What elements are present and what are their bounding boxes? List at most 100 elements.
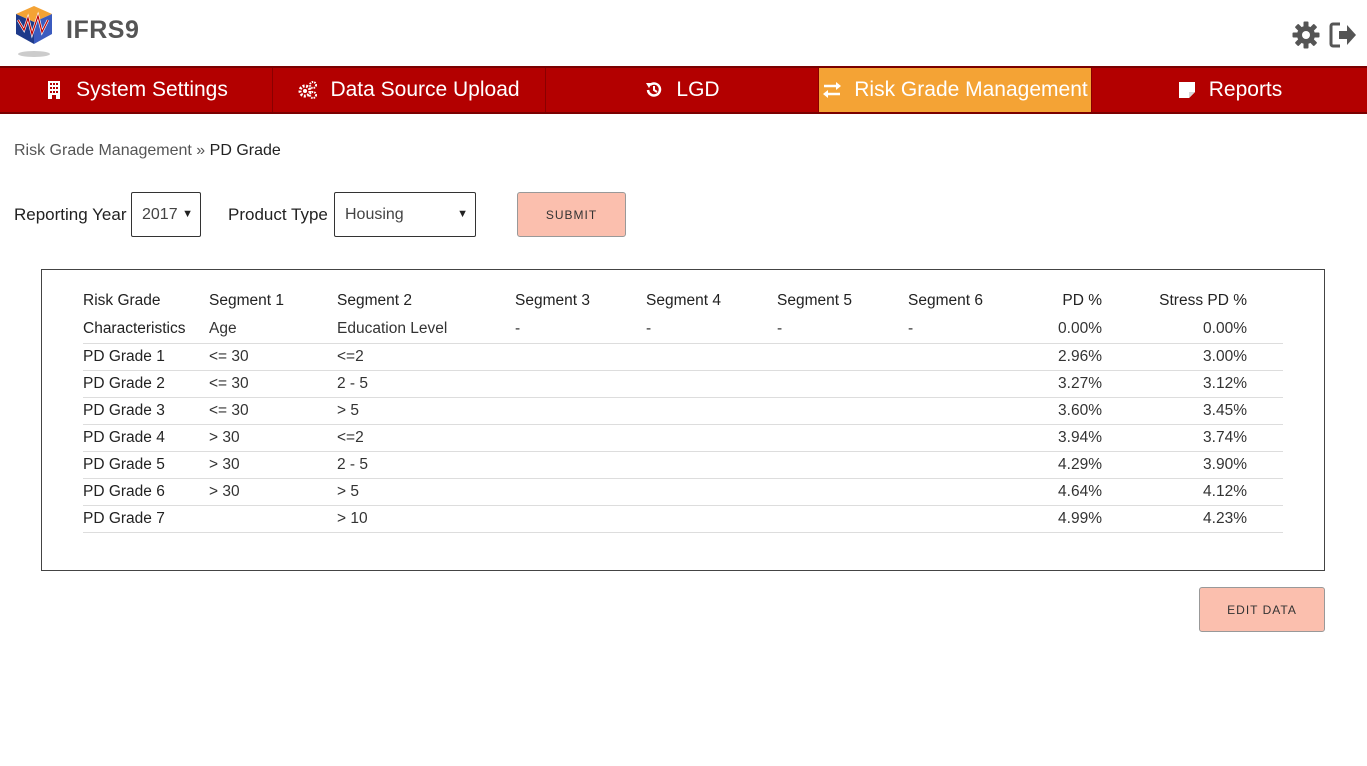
table-cell: 0.00% bbox=[1102, 316, 1247, 344]
app-title: IFRS9 bbox=[66, 16, 140, 44]
table-cell bbox=[908, 397, 1039, 425]
risk-grade-cell: PD Grade 1 bbox=[83, 343, 209, 371]
product-type-value: Housing bbox=[345, 205, 404, 223]
reporting-year-value: 2017 bbox=[142, 205, 178, 223]
table-cell bbox=[646, 370, 777, 398]
breadcrumb: Risk Grade Management » PD Grade bbox=[14, 142, 281, 160]
table-row: PD Grade 7 > 10 4.99% 4.23% bbox=[83, 505, 1283, 533]
nav-label: Risk Grade Management bbox=[854, 78, 1088, 101]
table-cell bbox=[646, 424, 777, 452]
table-cell bbox=[515, 397, 646, 425]
exchange-icon bbox=[823, 82, 842, 98]
sign-out-icon[interactable] bbox=[1328, 20, 1358, 50]
table-cell: <= 30 bbox=[209, 343, 337, 371]
table-cell bbox=[515, 370, 646, 398]
reporting-year-label: Reporting Year bbox=[14, 205, 127, 224]
table-cell: 3.00% bbox=[1102, 343, 1247, 371]
table-cell bbox=[646, 451, 777, 479]
table-cell: 0.00% bbox=[1039, 316, 1102, 344]
submit-button[interactable]: SUBMIT bbox=[517, 192, 626, 237]
table-cell: 4.29% bbox=[1039, 451, 1102, 479]
nav-item-lgd[interactable]: LGD bbox=[546, 68, 819, 112]
column-header: Segment 3 bbox=[515, 292, 590, 309]
table-cell bbox=[209, 505, 337, 533]
column-header: Risk Grade bbox=[83, 292, 161, 309]
table-cell: 3.94% bbox=[1039, 424, 1102, 452]
column-header: Segment 2 bbox=[337, 292, 412, 309]
reporting-year-select[interactable]: 2017 ▼ bbox=[131, 192, 201, 237]
breadcrumb-parent[interactable]: Risk Grade Management bbox=[14, 142, 192, 159]
table-cell: > 30 bbox=[209, 451, 337, 479]
edit-data-button[interactable]: EDIT DATA bbox=[1199, 587, 1325, 632]
column-spacer bbox=[1247, 286, 1283, 316]
table-cell bbox=[646, 478, 777, 506]
table-row: PD Grade 4 > 30 <=2 3.94% 3.74% bbox=[83, 424, 1283, 452]
nav-item-system-settings[interactable]: System Settings bbox=[0, 68, 273, 112]
table-cell bbox=[515, 343, 646, 371]
table-cell bbox=[515, 478, 646, 506]
table-cell: > 30 bbox=[209, 478, 337, 506]
table-cell bbox=[777, 370, 908, 398]
table-row: PD Grade 5 > 30 2 - 5 4.29% 3.90% bbox=[83, 451, 1283, 479]
product-type-select[interactable]: Housing ▼ bbox=[334, 192, 476, 237]
table-row: PD Grade 1 <= 30 <=2 2.96% 3.00% bbox=[83, 343, 1283, 371]
table-cell bbox=[777, 505, 908, 533]
table-cell: - bbox=[777, 316, 908, 344]
nav-label: System Settings bbox=[76, 78, 228, 101]
column-header: Segment 1 bbox=[209, 292, 284, 309]
table-spacer-cell bbox=[1247, 478, 1283, 506]
table-cell bbox=[777, 424, 908, 452]
column-header: PD % bbox=[1062, 292, 1102, 309]
table-cell bbox=[515, 451, 646, 479]
table-cell bbox=[777, 451, 908, 479]
table-cell: 3.12% bbox=[1102, 370, 1247, 398]
breadcrumb-separator: » bbox=[191, 142, 210, 159]
dropdown-arrow-icon: ▼ bbox=[182, 208, 193, 220]
table-cell: 4.64% bbox=[1039, 478, 1102, 506]
table-cell bbox=[646, 343, 777, 371]
gear-icon[interactable] bbox=[1291, 20, 1321, 50]
table-cell: - bbox=[646, 316, 777, 344]
pd-grade-table: Risk Grade Segment 1 Segment 2 Segment 3… bbox=[83, 286, 1283, 533]
app-logo bbox=[16, 6, 52, 57]
table-row: PD Grade 6 > 30 > 5 4.64% 4.12% bbox=[83, 478, 1283, 506]
table-cell bbox=[777, 478, 908, 506]
table-cell: <=2 bbox=[337, 343, 515, 371]
table-cell: <= 30 bbox=[209, 370, 337, 398]
table-spacer-cell bbox=[1247, 370, 1283, 398]
table-cell: <= 30 bbox=[209, 397, 337, 425]
nav-item-reports[interactable]: Reports bbox=[1092, 68, 1367, 112]
table-cell: 3.27% bbox=[1039, 370, 1102, 398]
nav-item-data-source-upload[interactable]: Data Source Upload bbox=[273, 68, 546, 112]
table-cell: 2 - 5 bbox=[337, 451, 515, 479]
table-cell bbox=[908, 505, 1039, 533]
table-row: Characteristics Age Education Level - - - -0.0… bbox=[83, 316, 1283, 344]
table-cell bbox=[515, 505, 646, 533]
risk-grade-cell: PD Grade 3 bbox=[83, 397, 209, 425]
table-cell bbox=[908, 424, 1039, 452]
table-cell bbox=[777, 343, 908, 371]
table-cell: 3.74% bbox=[1102, 424, 1247, 452]
table-header-row: Risk Grade Segment 1 Segment 2 Segment 3… bbox=[83, 286, 1283, 316]
risk-grade-cell: Characteristics bbox=[83, 316, 209, 344]
table-spacer-cell bbox=[1247, 343, 1283, 371]
table-row: PD Grade 2 <= 30 2 - 5 3.27% 3.12% bbox=[83, 370, 1283, 398]
table-cell: 3.45% bbox=[1102, 397, 1247, 425]
breadcrumb-current: PD Grade bbox=[209, 142, 281, 159]
table-cell bbox=[908, 370, 1039, 398]
product-type-label: Product Type bbox=[228, 205, 328, 224]
table-cell bbox=[908, 478, 1039, 506]
table-spacer-cell bbox=[1247, 316, 1283, 344]
dropdown-arrow-icon: ▼ bbox=[457, 208, 468, 220]
table-cell: 2 - 5 bbox=[337, 370, 515, 398]
history-icon bbox=[646, 82, 662, 97]
table-cell: - bbox=[515, 316, 646, 344]
table-row: PD Grade 3 <= 30 > 5 3.60% 3.45% bbox=[83, 397, 1283, 425]
risk-grade-cell: PD Grade 7 bbox=[83, 505, 209, 533]
nav-item-risk-grade-management[interactable]: Risk Grade Management bbox=[819, 68, 1092, 112]
column-header: Stress PD % bbox=[1159, 292, 1247, 309]
table-spacer-cell bbox=[1247, 451, 1283, 479]
risk-grade-cell: PD Grade 5 bbox=[83, 451, 209, 479]
table-cell: > 5 bbox=[337, 478, 515, 506]
building-icon bbox=[48, 81, 61, 99]
